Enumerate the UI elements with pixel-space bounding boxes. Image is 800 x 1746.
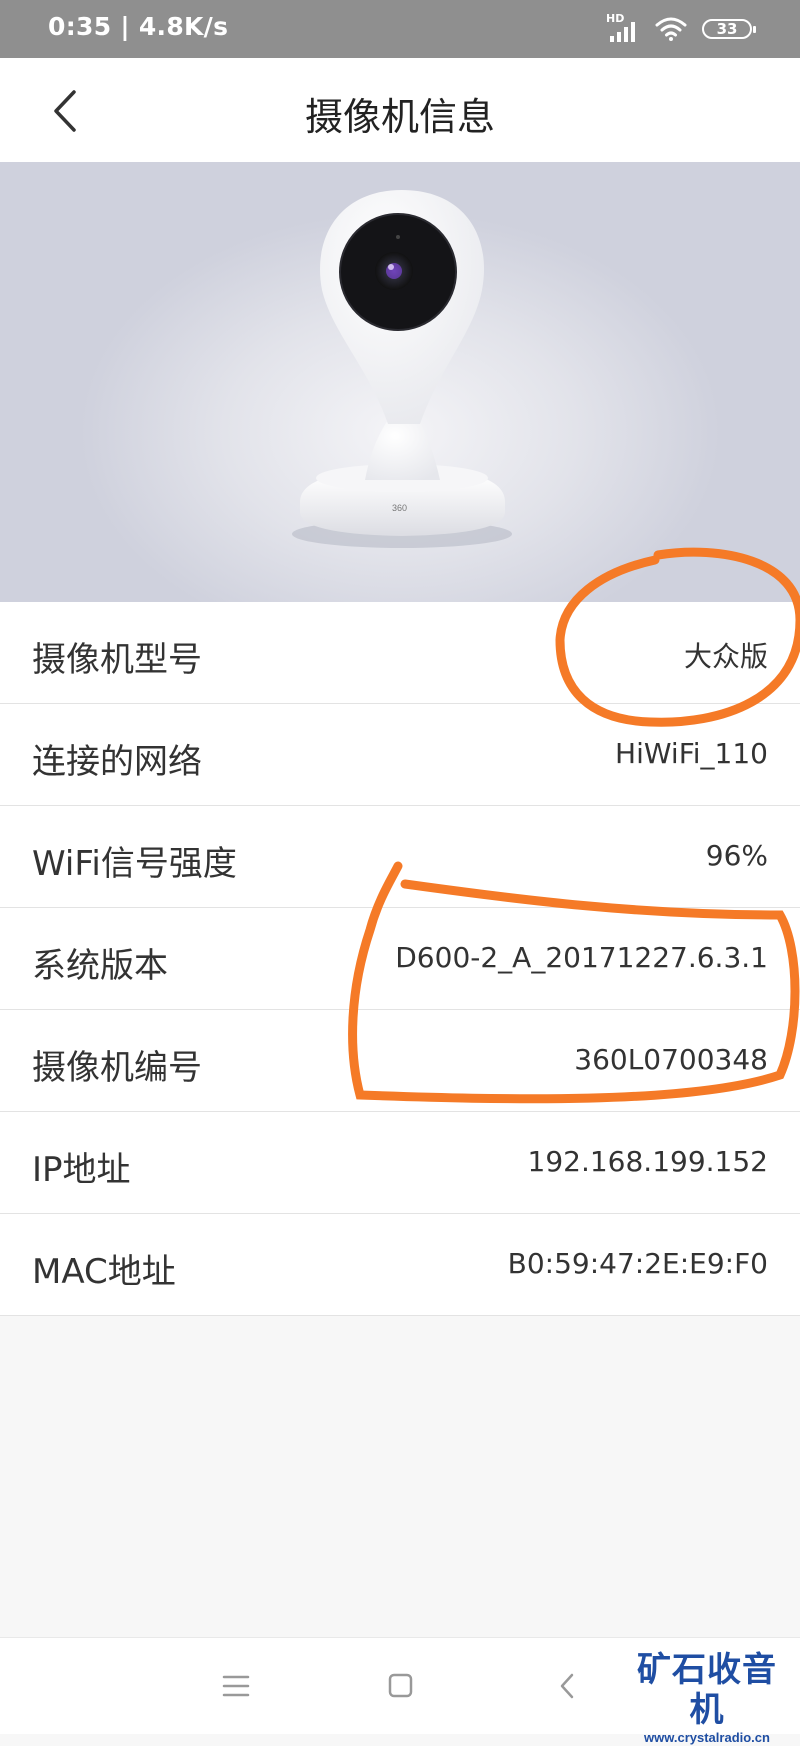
- status-time-speed: 0:35 | 4.8K/s: [48, 12, 229, 41]
- info-row-network: 连接的网络 HiWiFi_110: [0, 704, 800, 806]
- info-row-ip: IP地址 192.168.199.152: [0, 1112, 800, 1214]
- menu-button[interactable]: [216, 1668, 256, 1704]
- info-value: D600-2_A_20171227.6.3.1: [395, 941, 768, 974]
- info-label: IP地址: [32, 1150, 131, 1190]
- camera-illustration: 360: [292, 190, 512, 548]
- info-row-firmware: 系统版本 D600-2_A_20171227.6.3.1: [0, 908, 800, 1010]
- home-button[interactable]: [380, 1668, 420, 1704]
- nav-back-button[interactable]: [548, 1668, 588, 1704]
- info-label: WiFi信号强度: [32, 844, 237, 884]
- home-icon: [388, 1673, 413, 1698]
- info-label: 摄像机编号: [32, 1048, 202, 1088]
- status-icons: HD 33: [606, 12, 756, 44]
- page-title: 摄像机信息: [304, 95, 495, 139]
- info-row-wifi-strength: WiFi信号强度 96%: [0, 806, 800, 908]
- info-value: B0:59:47:2E:E9:F0: [507, 1247, 768, 1280]
- watermark-title: 矿石收音机: [637, 1650, 777, 1730]
- info-row-serial: 摄像机编号 360L0700348: [0, 1010, 800, 1112]
- info-row-model: 摄像机型号 大众版: [0, 602, 800, 704]
- info-value: 大众版: [683, 640, 768, 673]
- watermark: 矿石收音机 www.crystalradio.cn: [622, 1650, 792, 1746]
- camera-info-list: 摄像机型号 大众版 连接的网络 HiWiFi_110 WiFi信号强度 96% …: [0, 602, 800, 1316]
- signal-icon: HD: [606, 12, 640, 44]
- watermark-url: www.crystalradio.cn: [644, 1730, 770, 1745]
- battery-icon: 33: [702, 19, 756, 39]
- info-value: 96%: [705, 839, 768, 872]
- info-value: HiWiFi_110: [615, 737, 768, 770]
- info-label: MAC地址: [32, 1252, 176, 1292]
- battery-level: 33: [716, 20, 738, 38]
- wifi-icon: [655, 17, 687, 41]
- info-row-mac: MAC地址 B0:59:47:2E:E9:F0: [0, 1214, 800, 1316]
- status-bar: 0:35 | 4.8K/s HD 33: [0, 0, 800, 58]
- info-value: 192.168.199.152: [527, 1145, 768, 1178]
- menu-icon: [222, 1675, 250, 1697]
- header: 摄像机信息: [0, 58, 800, 162]
- camera-image: 360: [0, 162, 800, 602]
- info-label: 系统版本: [32, 946, 168, 986]
- brand-mark: 360: [392, 503, 407, 513]
- back-icon: [560, 1673, 574, 1699]
- info-label: 摄像机型号: [32, 640, 202, 680]
- info-value: 360L0700348: [574, 1043, 768, 1076]
- info-label: 连接的网络: [32, 742, 202, 782]
